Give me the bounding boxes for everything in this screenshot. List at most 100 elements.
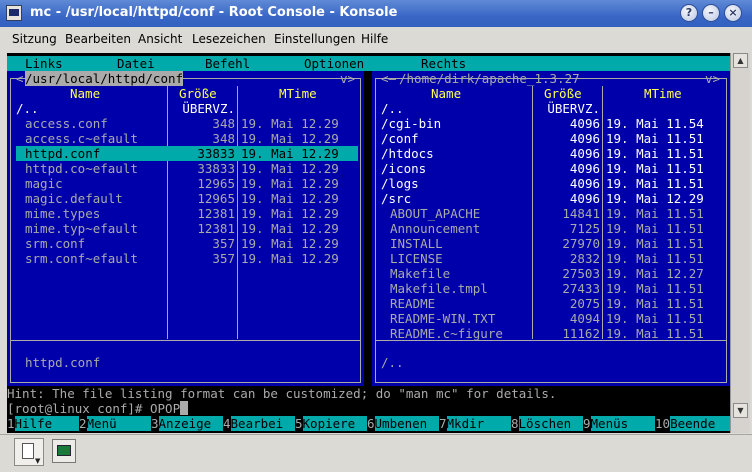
- right-file-name: Makefile.tmpl: [390, 281, 488, 296]
- right-file-size: 2832: [569, 251, 600, 266]
- left-file-mtime: 19. Mai 12.29: [241, 176, 339, 191]
- left-file-mtime: 19. Mai 12.29: [241, 131, 339, 146]
- window-title: mc - /usr/local/httpd/conf - Root Consol…: [30, 5, 398, 20]
- right-file-size: 27433: [562, 281, 600, 296]
- left-file-name: httpd.conf: [25, 146, 101, 161]
- konsole-icon[interactable]: [6, 5, 22, 21]
- right-file-name: ABOUT_APACHE: [390, 206, 481, 221]
- left-file-name: /..: [16, 101, 39, 116]
- new-session-button[interactable]: ▼: [14, 438, 44, 466]
- close-icon[interactable]: ×: [724, 4, 742, 22]
- left-file-size: 12381: [197, 221, 235, 236]
- right-file-name: Makefile: [390, 266, 451, 281]
- menu-einstellungen[interactable]: Einstellungen: [274, 32, 355, 46]
- left-file-size: 348: [212, 116, 235, 131]
- fkey-number: 5: [295, 416, 303, 431]
- right-file-name: INSTALL: [390, 236, 443, 251]
- fkey-number: 8: [511, 416, 519, 431]
- left-header-name[interactable]: Name: [70, 86, 100, 101]
- left-panel[interactable]: < /usr/local/httpd/conf v> Name Größe MT…: [7, 71, 364, 386]
- fkey-2[interactable]: 2Menü: [79, 416, 151, 431]
- scroll-up-icon[interactable]: ▲: [733, 53, 748, 68]
- hint-line: Hint: The file listing format can be cus…: [7, 386, 730, 401]
- left-file-mtime: 19. Mai 12.29: [241, 251, 339, 266]
- right-file-mtime: 19. Mai 11.51: [606, 221, 704, 236]
- right-header-name[interactable]: Name: [431, 86, 461, 101]
- right-file-size: 2075: [569, 296, 600, 311]
- left-file-name: magic: [25, 176, 63, 191]
- right-file-size: 4096: [569, 176, 600, 191]
- mc-menu-rechts[interactable]: Rechts: [421, 56, 466, 71]
- right-file-size: 4096: [569, 116, 600, 131]
- mc-menu-links[interactable]: Links: [25, 56, 63, 71]
- menu-bearbeiten[interactable]: Bearbeiten: [65, 32, 131, 46]
- menu-ansicht[interactable]: Ansicht: [138, 32, 182, 46]
- title-bar[interactable]: mc - /usr/local/httpd/conf - Root Consol…: [0, 0, 752, 27]
- fkey-label: Menü: [86, 416, 151, 431]
- fkey-1[interactable]: 1Hilfe: [7, 416, 79, 431]
- left-file-mtime: 19. Mai 12.29: [241, 206, 339, 221]
- left-file-name: magic.default: [25, 191, 123, 206]
- mc-menu-optionen[interactable]: Optionen: [304, 56, 364, 71]
- right-file-mtime: 19. Mai 12.29: [606, 191, 704, 206]
- fkey-5[interactable]: 5Kopiere: [295, 416, 367, 431]
- left-file-mtime: 19. Mai 12.29: [241, 161, 339, 176]
- left-panel-path[interactable]: /usr/local/httpd/conf: [25, 71, 184, 86]
- left-file-size: ÜBERVZ.: [182, 101, 235, 116]
- fkey-7[interactable]: 7Mkdir: [439, 416, 511, 431]
- right-file-mtime: 19. Mai 11.51: [606, 281, 704, 296]
- mc-menu-datei[interactable]: Datei: [117, 56, 155, 71]
- right-header-size[interactable]: Größe: [544, 86, 582, 101]
- fkey-number: 10: [655, 416, 671, 431]
- terminal-scrollbar[interactable]: ▲ ▼: [730, 53, 750, 433]
- help-icon[interactable]: ?: [680, 4, 698, 22]
- left-panel-path-suffix[interactable]: v>: [340, 71, 355, 86]
- left-file-name: access.c~efault: [25, 131, 138, 146]
- right-file-name: /conf: [381, 131, 419, 146]
- minimize-icon[interactable]: –: [702, 4, 720, 22]
- menu-hilfe[interactable]: Hilfe: [361, 32, 388, 46]
- left-file-size: 33833: [197, 146, 235, 161]
- right-file-size: 4096: [569, 161, 600, 176]
- fkey-8[interactable]: 8Löschen: [511, 416, 583, 431]
- left-file-mtime: 19. Mai 12.29: [241, 221, 339, 236]
- terminal[interactable]: Links Datei Befehl Optionen Rechts < /us…: [7, 53, 743, 433]
- right-file-mtime: 19. Mai 11.51: [606, 311, 704, 326]
- menu-bar: Sitzung Bearbeiten Ansicht Lesezeichen E…: [0, 27, 752, 51]
- left-file-mtime: 19. Mai 12.29: [241, 191, 339, 206]
- fkey-6[interactable]: 6Umbenen: [367, 416, 439, 431]
- right-file-name: README.c~figure: [390, 326, 503, 341]
- session-tab[interactable]: [52, 439, 76, 463]
- right-file-mtime: 19. Mai 11.54: [606, 116, 704, 131]
- left-file-name: mime.typ~efault: [25, 221, 138, 236]
- right-file-size: 4096: [569, 146, 600, 161]
- fkey-4[interactable]: 4Bearbei: [223, 416, 295, 431]
- right-file-name: /htdocs: [381, 146, 434, 161]
- left-file-name: srm.conf: [25, 236, 86, 251]
- mc-menu-befehl[interactable]: Befehl: [205, 56, 250, 71]
- menu-lesezeichen[interactable]: Lesezeichen: [192, 32, 266, 46]
- fkey-10[interactable]: 10Beende: [655, 416, 743, 431]
- left-header-size[interactable]: Größe: [179, 86, 217, 101]
- left-file-size: 357: [212, 236, 235, 251]
- fkey-9[interactable]: 9Menüs: [583, 416, 655, 431]
- right-file-mtime: 19. Mai 11.51: [606, 236, 704, 251]
- right-file-size: 14841: [562, 206, 600, 221]
- command-line[interactable]: [root@linux conf]# OPOP: [7, 401, 730, 416]
- konsole-window: mc - /usr/local/httpd/conf - Root Consol…: [0, 0, 752, 472]
- right-panel-path[interactable]: /home/dirk/apache_1.3.27: [399, 71, 580, 86]
- left-file-size: 12965: [197, 176, 235, 191]
- left-header-mtime[interactable]: MTime: [279, 86, 317, 101]
- right-panel[interactable]: <— /home/dirk/apache_1.3.27 v> Name Größ…: [372, 71, 730, 386]
- fkey-3[interactable]: 3Anzeige: [151, 416, 223, 431]
- fkey-number: 4: [223, 416, 231, 431]
- right-header-mtime[interactable]: MTime: [644, 86, 682, 101]
- right-file-size: 4094: [569, 311, 600, 326]
- fkey-number: 3: [151, 416, 159, 431]
- right-file-mtime: 19. Mai 12.27: [606, 266, 704, 281]
- right-panel-path-suffix[interactable]: v>: [705, 71, 720, 86]
- fkey-label: Kopiere: [302, 416, 367, 431]
- fkey-label: Umbenen: [374, 416, 439, 431]
- scroll-down-icon[interactable]: ▼: [733, 403, 748, 418]
- menu-sitzung[interactable]: Sitzung: [12, 32, 57, 46]
